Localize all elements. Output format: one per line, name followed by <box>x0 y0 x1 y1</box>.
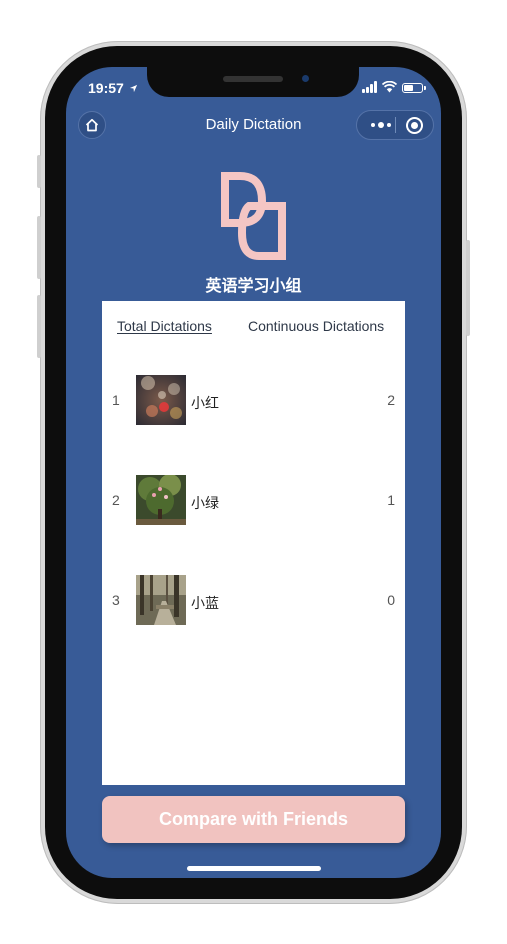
battery-icon <box>402 83 423 93</box>
tab-total-dictations[interactable]: Total Dictations <box>117 318 212 334</box>
leaderboard-row[interactable]: 1 小红 2 <box>102 375 405 427</box>
home-indicator[interactable] <box>187 866 321 871</box>
mini-program-capsule <box>356 110 434 140</box>
status-time-text: 19:57 <box>88 80 124 96</box>
avatar-tree-image <box>136 475 186 525</box>
dictation-count: 1 <box>387 492 395 508</box>
avatar <box>136 575 186 625</box>
cellular-signal-icon <box>362 81 378 93</box>
group-name: 英语学习小组 <box>205 278 302 295</box>
avatar <box>136 475 186 525</box>
page-title: Daily Dictation <box>205 116 302 133</box>
notch <box>147 67 359 97</box>
close-mini-program-icon[interactable] <box>406 117 423 134</box>
app-logo-icon <box>221 172 286 260</box>
home-icon <box>85 118 99 132</box>
compare-with-friends-button[interactable]: Compare with Friends <box>102 796 405 843</box>
status-time: 19:57 <box>88 80 138 96</box>
user-name: 小蓝 <box>191 595 219 611</box>
leaderboard-card: Total Dictations Continuous Dictations 1… <box>102 301 405 785</box>
rank-number: 1 <box>112 392 120 408</box>
user-name: 小红 <box>191 395 219 411</box>
status-icons <box>362 81 428 95</box>
leaderboard-row[interactable]: 3 小蓝 0 <box>102 575 405 627</box>
avatar <box>136 375 186 425</box>
user-name: 小绿 <box>191 495 219 511</box>
phone-power-button <box>466 240 470 336</box>
avatar-forest-path-image <box>136 575 186 625</box>
phone-volume-down <box>37 295 41 358</box>
avatar-bokeh-lights-image <box>136 375 186 425</box>
rank-number: 2 <box>112 492 120 508</box>
wifi-icon <box>382 81 397 93</box>
dictation-count: 2 <box>387 392 395 408</box>
phone-mute-switch <box>37 155 41 188</box>
dictation-count: 0 <box>387 592 395 608</box>
more-options-button[interactable] <box>368 116 394 134</box>
location-arrow-icon <box>129 84 137 93</box>
tab-continuous-dictations[interactable]: Continuous Dictations <box>248 318 384 334</box>
rank-number: 3 <box>112 592 120 608</box>
phone-volume-up <box>37 216 41 279</box>
home-button[interactable] <box>78 111 106 139</box>
leaderboard-row[interactable]: 2 小绿 1 <box>102 475 405 527</box>
